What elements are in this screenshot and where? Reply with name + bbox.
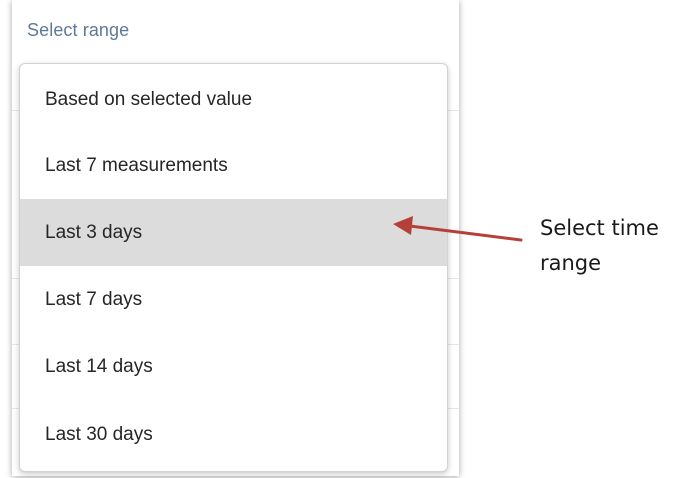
- screenshot-stage: Select range Based on selected value Las…: [0, 0, 681, 478]
- annotation-label: Select time range: [540, 216, 659, 275]
